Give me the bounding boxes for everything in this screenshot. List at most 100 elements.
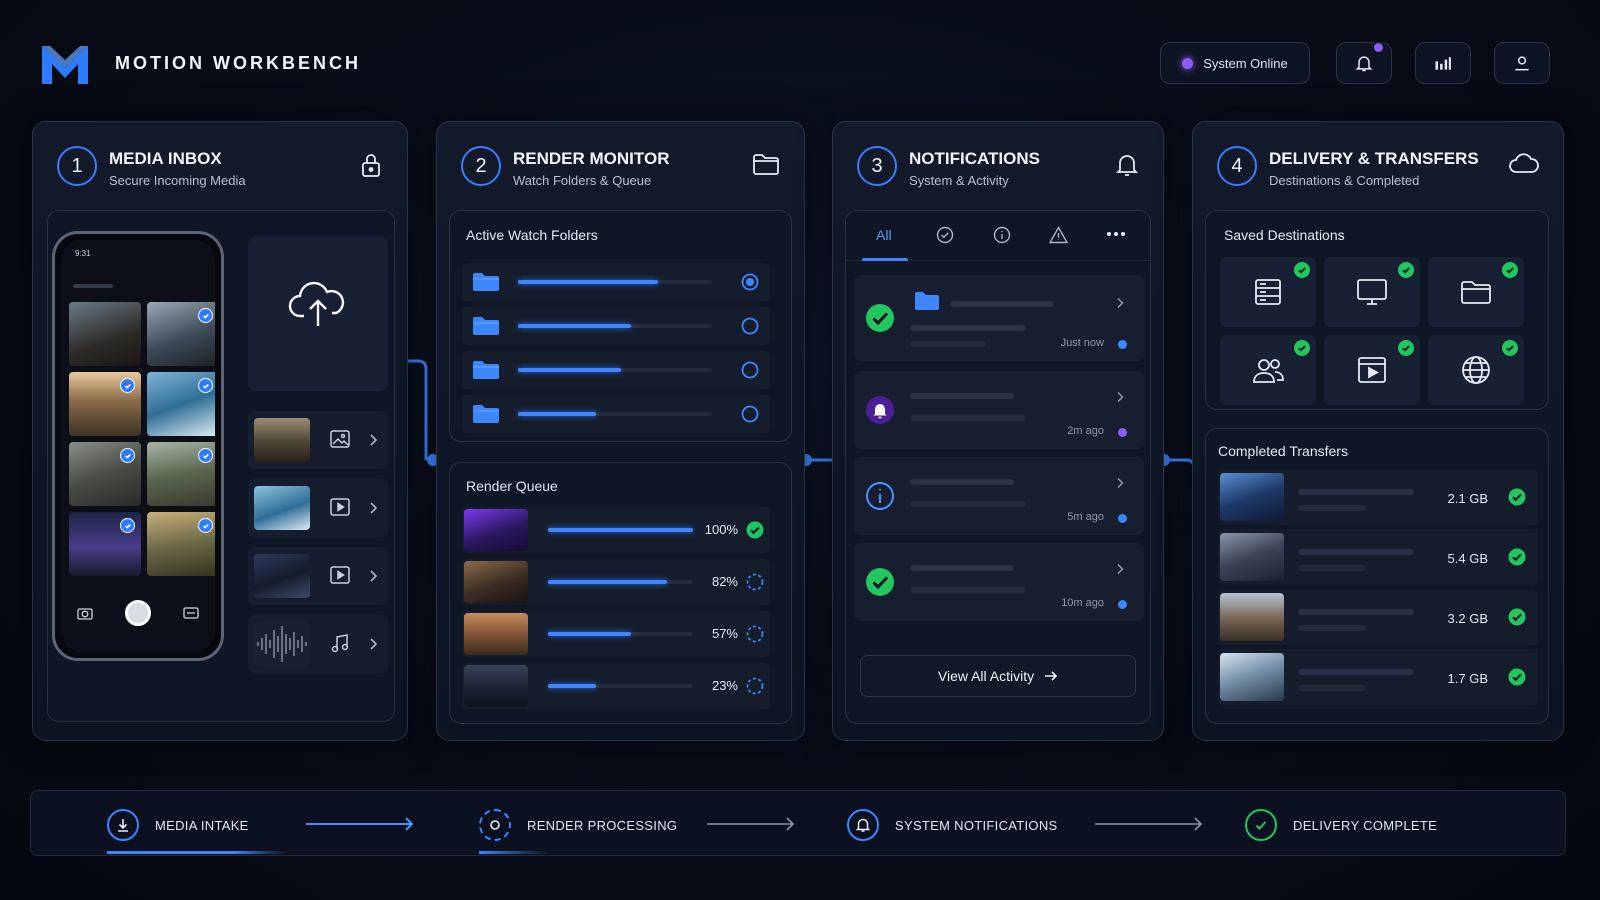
watch-folder-radio[interactable] — [741, 317, 759, 335]
photo-thumb[interactable] — [147, 512, 215, 576]
placeholder-line — [1298, 609, 1414, 615]
placeholder-line — [910, 341, 986, 347]
check-circle-icon — [864, 566, 896, 598]
destination-tile[interactable] — [1324, 257, 1420, 327]
render-queue-section: Render Queue 100% 82% 57% 23% — [449, 462, 792, 724]
camera-icon[interactable] — [77, 606, 93, 620]
folder-icon — [472, 316, 500, 336]
destination-tile[interactable] — [1220, 257, 1316, 327]
transfer-row[interactable]: 2.1 GB — [1218, 469, 1538, 525]
render-percent: 100% — [704, 522, 738, 537]
watch-folder-row[interactable] — [462, 351, 770, 389]
notification-card[interactable]: 2m ago — [854, 371, 1144, 449]
loading-icon — [746, 625, 764, 643]
photo-thumb[interactable] — [147, 442, 215, 506]
watch-folder-radio[interactable] — [741, 273, 759, 291]
step-render-processing[interactable]: RENDER PROCESSING — [479, 809, 677, 841]
chevron-right-icon — [368, 569, 378, 583]
transfer-row[interactable]: 5.4 GB — [1218, 529, 1538, 585]
step-system-notifications[interactable]: SYSTEM NOTIFICATIONS — [847, 809, 1058, 841]
destination-tile[interactable] — [1220, 335, 1316, 405]
cloud-upload-icon — [288, 278, 348, 330]
destination-tile[interactable] — [1324, 335, 1420, 405]
more-icon[interactable] — [1106, 231, 1126, 237]
photo-thumb[interactable] — [69, 512, 141, 576]
photo-thumb[interactable] — [69, 302, 141, 366]
selected-check-icon — [198, 518, 213, 533]
view-all-activity-button[interactable]: View All Activity — [860, 655, 1136, 697]
check-circle-icon — [864, 302, 896, 334]
globe-icon — [1461, 355, 1491, 385]
tab-info-icon[interactable] — [993, 226, 1011, 244]
destination-tile[interactable] — [1428, 257, 1524, 327]
complete-check-icon — [1508, 488, 1526, 506]
cloud-icon[interactable] — [1509, 152, 1539, 174]
chevron-right-icon — [368, 637, 378, 651]
render-progress-fill — [548, 580, 667, 584]
step-media-intake[interactable]: MEDIA INTAKE — [107, 809, 249, 841]
transfer-row[interactable]: 3.2 GB — [1218, 589, 1538, 645]
saved-destinations-section: Saved Destinations — [1205, 210, 1549, 410]
render-queue-row[interactable]: 57% — [462, 611, 770, 657]
render-monitor-panel: 2 RENDER MONITOR Watch Folders & Queue A… — [436, 121, 805, 741]
panel-title: DELIVERY & TRANSFERS — [1269, 149, 1479, 168]
selected-check-icon — [120, 448, 135, 463]
complete-check-icon — [1508, 608, 1526, 626]
watch-folder-row[interactable] — [462, 263, 770, 301]
render-queue-row[interactable]: 82% — [462, 559, 770, 605]
panel-title: NOTIFICATIONS — [909, 149, 1040, 168]
watch-folders-section: Active Watch Folders — [449, 210, 792, 442]
photo-thumb[interactable] — [69, 442, 141, 506]
transfer-size: 1.7 GB — [1447, 671, 1488, 686]
media-item-video[interactable] — [248, 479, 388, 537]
tab-warning-icon[interactable] — [1049, 226, 1068, 244]
panel-subtitle: Destinations & Completed — [1269, 173, 1420, 188]
photo-thumb[interactable] — [147, 372, 215, 436]
download-icon — [107, 809, 139, 841]
watch-folder-row[interactable] — [462, 307, 770, 345]
notification-card[interactable]: 10m ago — [854, 543, 1144, 621]
destination-tile[interactable] — [1428, 335, 1524, 405]
watch-folder-radio[interactable] — [741, 405, 759, 423]
shutter-button[interactable] — [125, 600, 151, 626]
transfer-size: 5.4 GB — [1447, 551, 1488, 566]
folder-icon[interactable] — [752, 152, 780, 176]
tab-success-icon[interactable] — [936, 226, 954, 244]
gallery-icon[interactable] — [183, 606, 199, 620]
photo-grid — [69, 302, 215, 576]
notification-card[interactable]: Just now — [854, 275, 1144, 361]
selected-check-icon — [198, 448, 213, 463]
notification-card[interactable]: 5m ago — [854, 457, 1144, 535]
users-icon — [1251, 356, 1285, 384]
panel-title: MEDIA INBOX — [109, 149, 222, 168]
placeholder-line — [910, 393, 1014, 399]
lock-icon[interactable] — [359, 152, 383, 178]
notification-time: 10m ago — [1061, 597, 1104, 609]
processing-icon — [479, 809, 511, 841]
complete-check-icon — [1508, 548, 1526, 566]
media-item-image[interactable] — [248, 411, 388, 469]
watch-folder-radio[interactable] — [741, 361, 759, 379]
media-item-audio[interactable] — [248, 615, 388, 673]
check-badge-icon — [1294, 340, 1310, 356]
watch-progress-track — [518, 324, 712, 328]
render-queue-row[interactable]: 23% — [462, 663, 770, 709]
complete-check-icon — [746, 521, 764, 539]
step-delivery-complete[interactable]: DELIVERY COMPLETE — [1245, 809, 1437, 841]
placeholder-line — [1298, 505, 1366, 511]
placeholder-line — [1298, 565, 1366, 571]
photo-thumb[interactable] — [147, 302, 215, 366]
bell-icon[interactable] — [1115, 152, 1139, 178]
watch-folder-row[interactable] — [462, 395, 770, 433]
photo-thumb[interactable] — [69, 372, 141, 436]
render-percent: 23% — [711, 678, 738, 693]
bell-icon — [847, 809, 879, 841]
transfer-row[interactable]: 1.7 GB — [1218, 649, 1538, 705]
render-progress-track — [548, 684, 693, 688]
upload-dropzone[interactable] — [248, 236, 388, 391]
render-queue-row[interactable]: 100% — [462, 507, 770, 553]
render-thumb — [464, 665, 528, 707]
tab-all[interactable]: All — [876, 227, 892, 243]
section-label: Render Queue — [466, 478, 558, 494]
media-item-video[interactable] — [248, 547, 388, 605]
